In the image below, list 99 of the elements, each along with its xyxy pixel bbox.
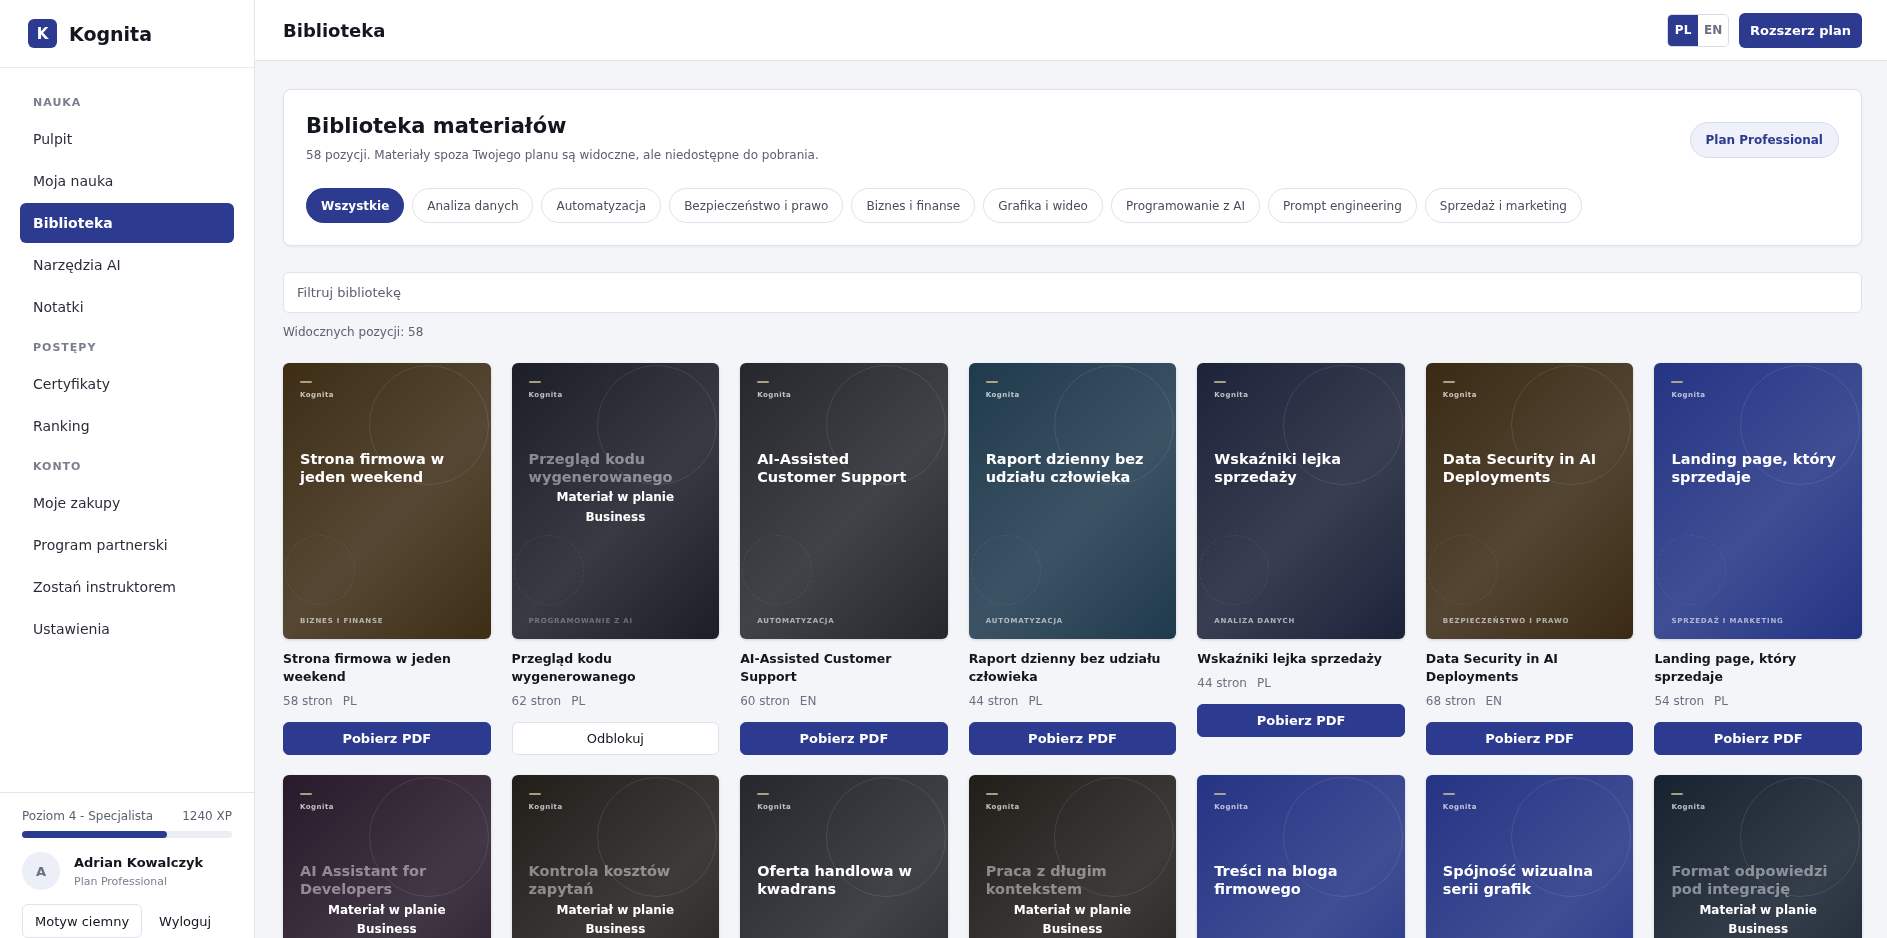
- language-label: EN: [799, 694, 817, 709]
- page-count: 44 stron: [1197, 676, 1247, 691]
- nav-item[interactable]: Pulpit: [20, 119, 234, 159]
- download-button[interactable]: Pobierz PDF: [740, 722, 948, 756]
- accent-line: [1214, 793, 1227, 796]
- logo-icon: K: [28, 19, 57, 48]
- material-title: Przegląd kodu wygenerowanego: [511, 650, 637, 687]
- accent-line: [757, 381, 770, 383]
- material-title: Landing page, który sprzedaje: [1654, 650, 1798, 687]
- cover-title: Raport dzienny bez udziału człowieka: [985, 451, 1145, 487]
- cover-title: Praca z długim kontekstem: [985, 863, 1108, 899]
- lock-note: Materiał w planie Business: [1698, 901, 1818, 938]
- panel-subtitle: 58 pozycji. Materiały spoza Twojego planu są widoczne, ale niedostępne do pobrania.: [306, 148, 820, 162]
- lock-note: Materiał w planie Business: [327, 901, 447, 938]
- filter-chip[interactable]: Programowanie z AI: [1110, 188, 1261, 223]
- accent-line: [300, 793, 312, 796]
- filter-chip[interactable]: Bezpieczeństwo i prawo: [669, 188, 844, 223]
- visible-count: Widocznych pozycji: 58: [283, 325, 425, 339]
- filter-chip[interactable]: Grafika i wideo: [983, 188, 1103, 223]
- page-count: 54 stron: [1654, 694, 1705, 709]
- cover-title: Strona firmowa w jeden weekend: [300, 451, 446, 487]
- accent-line: [1671, 793, 1684, 796]
- lock-note: Materiał w planie Business: [555, 901, 676, 938]
- download-button[interactable]: Pobierz PDF: [968, 722, 1177, 756]
- cover-title: AI-Assisted Customer Support: [757, 451, 908, 487]
- language-label: PL: [1714, 694, 1728, 709]
- filter-chip[interactable]: Sprzedaż i marketing: [1424, 188, 1582, 223]
- download-button[interactable]: Pobierz PDF: [1197, 704, 1405, 738]
- accent-line: [1671, 381, 1684, 383]
- cover-title: Landing page, który sprzedaje: [1671, 451, 1837, 487]
- page-title: Biblioteka: [283, 19, 387, 41]
- cover-title: Wskaźniki lejka sprzedaży: [1214, 451, 1342, 487]
- plan-badge: Plan Professional: [1689, 122, 1839, 158]
- nav-item[interactable]: Narzędzia AI: [20, 245, 234, 285]
- filter-chip[interactable]: Wszystkie: [306, 188, 405, 223]
- language-label: PL: [1256, 676, 1271, 691]
- cover-title: Treści na bloga firmowego: [1214, 863, 1339, 899]
- accent-line: [757, 793, 770, 796]
- nav-item[interactable]: Notatki: [20, 287, 234, 327]
- filter-chip[interactable]: Biznes i finanse: [851, 188, 976, 223]
- section-label: NAUKA: [32, 95, 83, 111]
- lock-note: Materiał w planie Business: [1012, 901, 1133, 938]
- level-label: Poziom 4 - Specjalista: [22, 809, 154, 823]
- accent-line: [1442, 793, 1455, 796]
- page-count: 58 stron: [283, 694, 333, 709]
- page-count: 62 stron: [511, 694, 562, 709]
- user-plan: Plan Professional: [74, 874, 168, 888]
- download-button[interactable]: Pobierz PDF: [1425, 722, 1634, 756]
- cover-title: Spójność wizualna serii grafik: [1442, 863, 1595, 899]
- brand-name: Kognita: [69, 22, 152, 45]
- cover-title: AI Assistant for Developers: [300, 863, 428, 899]
- avatar: A: [22, 852, 60, 890]
- filter-chip[interactable]: Analiza danych: [412, 188, 534, 223]
- section-label: POSTĘPY: [32, 340, 98, 356]
- language-label: PL: [571, 694, 586, 709]
- material-title: Wskaźniki lejka sprzedaży: [1197, 650, 1383, 668]
- nav-item[interactable]: Program partnerski: [20, 525, 234, 565]
- page-count: 44 stron: [968, 694, 1019, 709]
- material-title: Raport dzienny bez udziału człowieka: [968, 650, 1162, 687]
- filter-chip[interactable]: Automatyzacja: [541, 188, 662, 223]
- language-label: PL: [342, 694, 357, 709]
- nav-item[interactable]: Ustawienia: [20, 609, 234, 649]
- material-title: Strona firmowa w jeden weekend: [283, 650, 452, 687]
- nav-item[interactable]: Moje zakupy: [20, 483, 234, 523]
- search-field[interactable]: Filtruj bibliotekę: [283, 272, 1862, 313]
- download-button[interactable]: Pobierz PDF: [283, 722, 491, 756]
- cover-title: Kontrola kosztów zapytań: [528, 863, 672, 899]
- accent-line: [300, 381, 312, 383]
- theme-button[interactable]: Motyw ciemny: [22, 904, 143, 938]
- nav-item[interactable]: Zostań instruktorem: [20, 567, 234, 607]
- accent-line: [1442, 381, 1455, 383]
- lock-note: Materiał w planie Business: [555, 489, 676, 526]
- nav-item[interactable]: Ranking: [20, 406, 234, 446]
- page-count: 68 stron: [1425, 694, 1476, 709]
- filter-chip[interactable]: Prompt engineering: [1268, 188, 1417, 223]
- accent-line: [985, 793, 998, 796]
- user-name: Adrian Kowalczyk: [74, 854, 204, 870]
- cover-title: Format odpowiedzi pod integrację: [1671, 863, 1829, 899]
- section-label: KONTO: [32, 459, 83, 475]
- nav-item[interactable]: Moja nauka: [20, 161, 234, 201]
- accent-line: [985, 381, 998, 383]
- cover-title: Data Security in AI Deployments: [1442, 451, 1598, 487]
- language-label: PL: [1028, 694, 1043, 709]
- upgrade-button[interactable]: Rozszerz plan: [1739, 12, 1862, 48]
- language-label: EN: [1485, 694, 1503, 709]
- material-title: AI-Assisted Customer Support: [740, 650, 893, 687]
- nav-item[interactable]: Certyfikaty: [20, 364, 234, 404]
- download-button[interactable]: Pobierz PDF: [1654, 722, 1862, 756]
- language-option[interactable]: PL: [1668, 14, 1699, 46]
- cover-title: Przegląd kodu wygenerowanego: [528, 451, 674, 487]
- accent-line: [528, 793, 541, 796]
- xp-count: 1240 XP: [182, 809, 232, 823]
- material-title: Data Security in AI Deployments: [1425, 650, 1559, 687]
- page-count: 60 stron: [740, 694, 790, 709]
- cover-title: Oferta handlowa w kwadrans: [757, 863, 913, 899]
- nav-item[interactable]: Biblioteka: [20, 203, 234, 243]
- unlock-button[interactable]: Odblokuj: [511, 722, 720, 756]
- panel-title: Biblioteka materiałów: [306, 114, 568, 138]
- accent-line: [1214, 381, 1227, 383]
